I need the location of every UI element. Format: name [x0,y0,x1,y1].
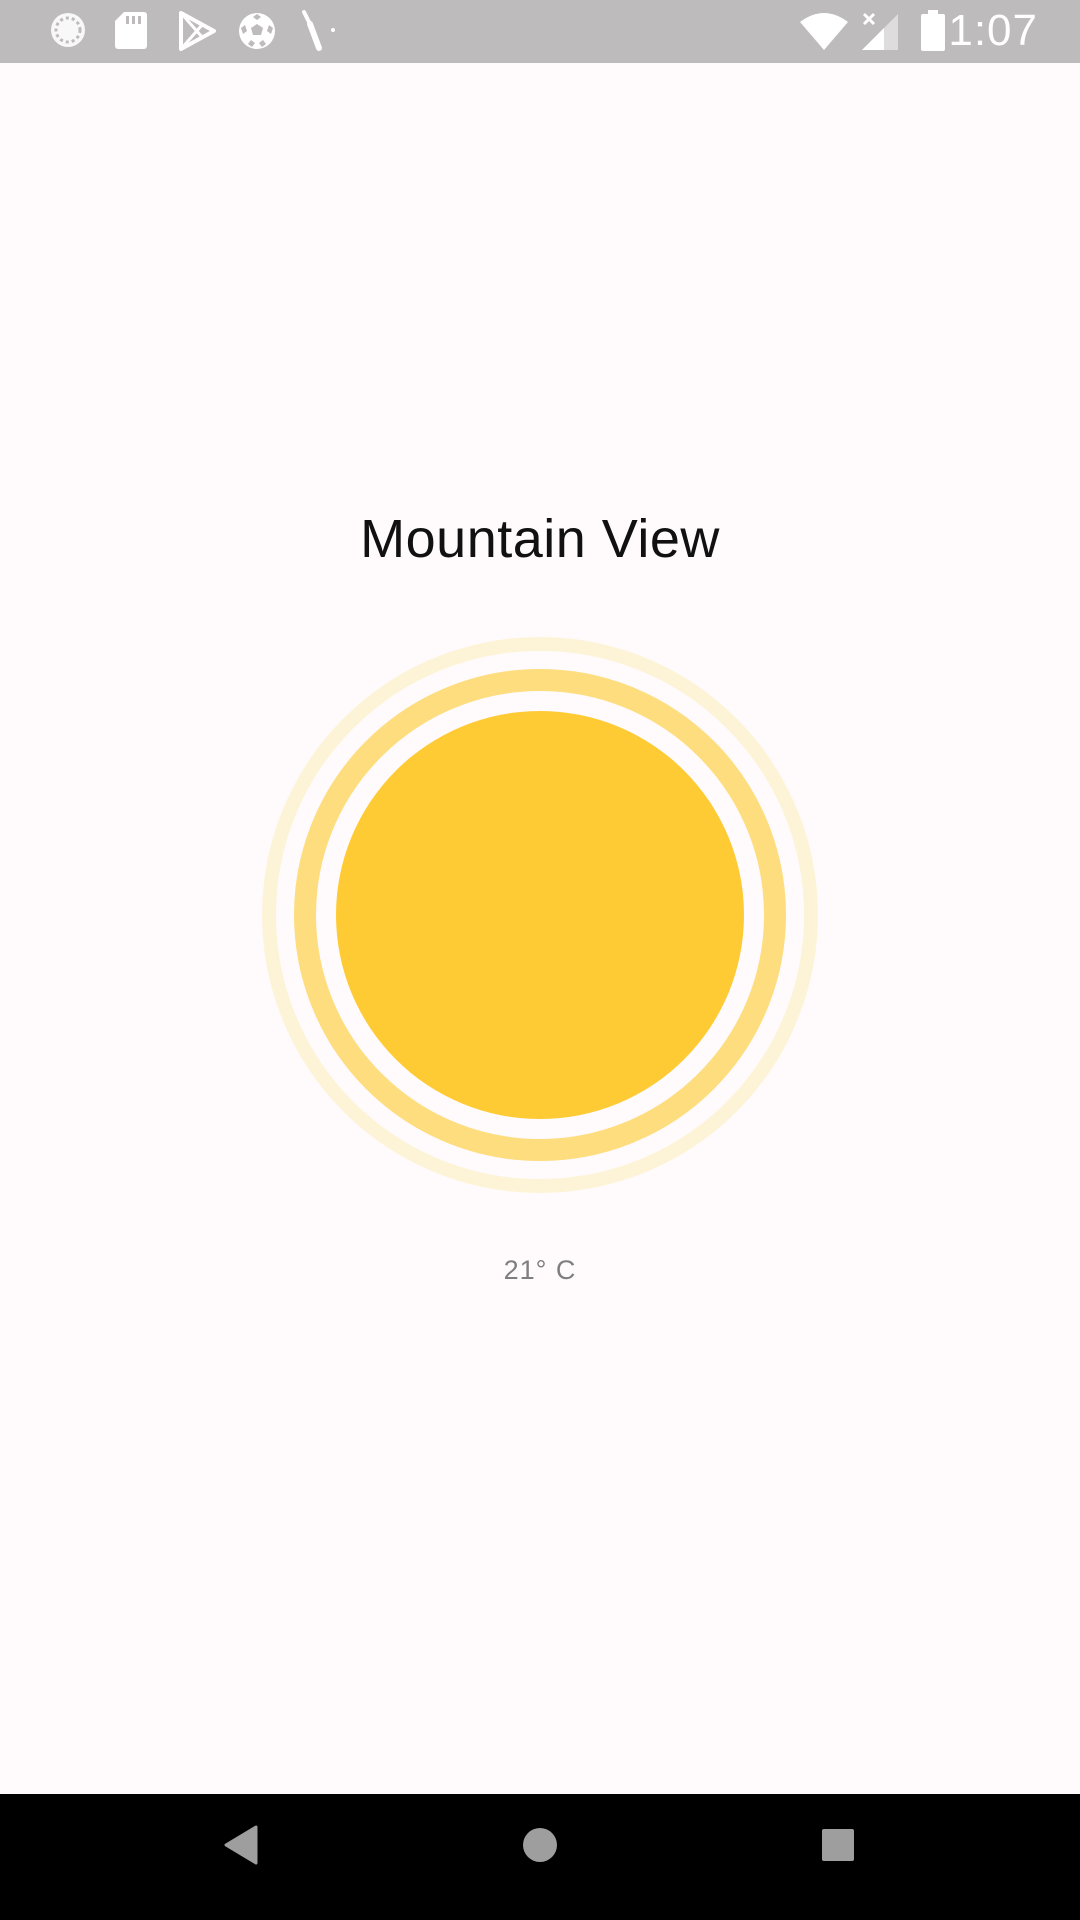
signal-no-service-icon [860,10,902,57]
sd-card-icon [114,10,148,55]
recents-icon[interactable] [820,1825,856,1870]
status-time: 1:07 [948,6,1038,55]
sun-icon [262,637,818,1193]
battery-icon [920,10,946,57]
back-icon[interactable] [222,1825,258,1870]
navigation-bar [0,1794,1080,1920]
weather-screen: 1:07 Mountain View 21° C [0,0,1080,1920]
wifi-icon [798,10,850,57]
screwdriver-icon [300,10,340,57]
status-bar: 1:07 [0,0,1080,63]
play-store-icon [176,10,218,57]
sync-icon [48,10,88,55]
home-icon[interactable] [521,1825,559,1870]
city-name: Mountain View [360,509,720,569]
temperature-label: 21° C [503,1255,577,1285]
soccer-ball-icon [236,10,278,57]
